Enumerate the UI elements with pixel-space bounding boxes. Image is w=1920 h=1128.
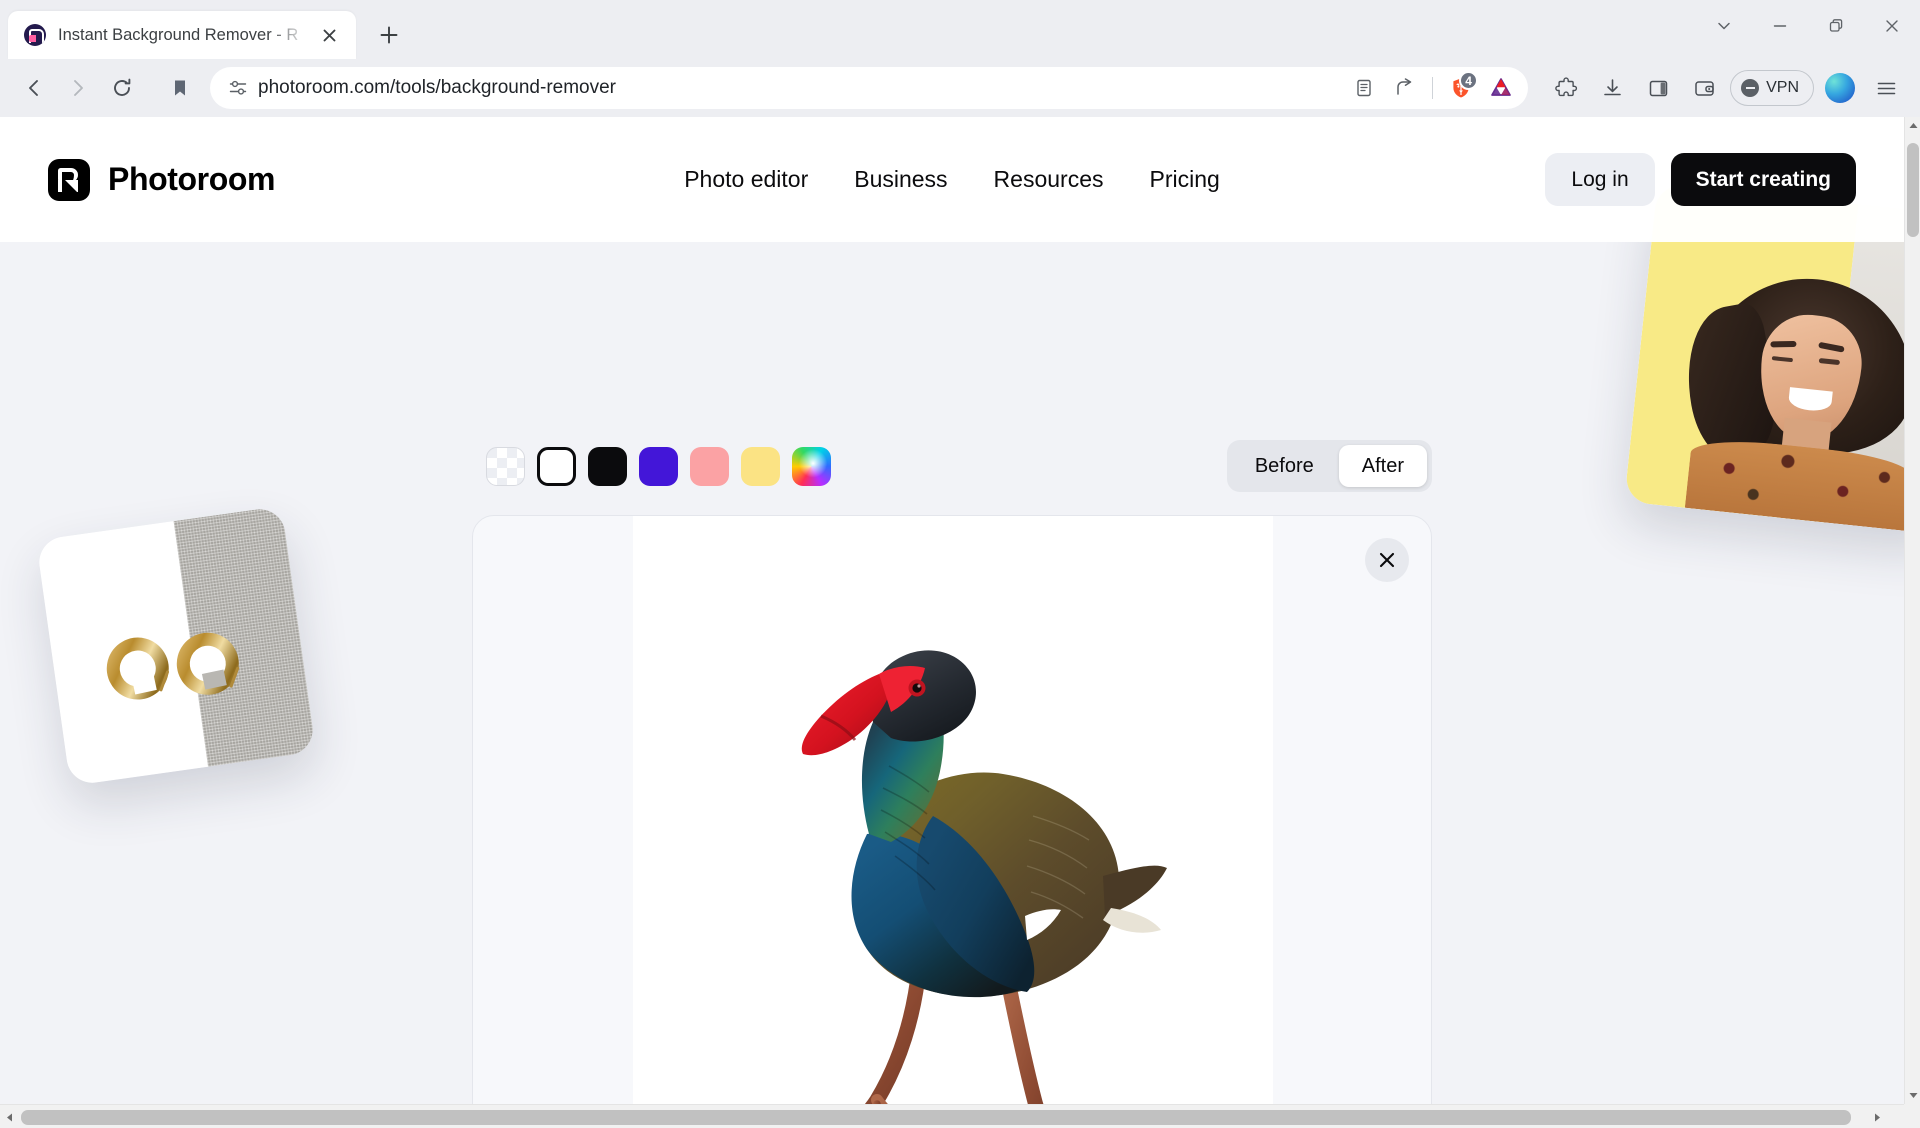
vpn-button[interactable]: VPN [1730,70,1814,106]
nav-photo-editor[interactable]: Photo editor [684,166,808,193]
vpn-label: VPN [1766,79,1799,96]
brave-shields-icon[interactable]: 4 [1442,69,1480,107]
downloads-icon[interactable] [1592,68,1632,108]
vertical-scroll-thumb[interactable] [1907,143,1919,237]
sidebar-icon[interactable] [1638,68,1678,108]
login-button[interactable]: Log in [1545,153,1655,206]
site-settings-icon[interactable] [228,78,248,98]
browser-action-icons: VPN [1546,68,1906,108]
takahe-bird-image [801,650,1167,1104]
tool-toolbar: Before After [472,435,1432,497]
horizontal-scrollbar[interactable] [0,1104,1920,1128]
brave-rewards-icon[interactable] [1482,69,1520,107]
restore-icon[interactable] [1808,4,1864,48]
brand-name: Photoroom [108,161,276,197]
preview-canvas [633,516,1273,1104]
vertical-scrollbar[interactable] [1904,117,1920,1104]
extensions-icon[interactable] [1546,68,1586,108]
tab-search-icon[interactable] [1696,4,1752,48]
swatch-custom-color-picker[interactable] [792,446,831,486]
close-tab-icon[interactable] [314,20,344,50]
nav-business[interactable]: Business [854,166,947,193]
nav-pricing[interactable]: Pricing [1149,166,1219,193]
address-bar[interactable]: photoroom.com/tools/background-remover 4 [210,67,1529,109]
image-preview-card [472,515,1432,1104]
gold-earrings-card [35,505,317,787]
wallet-icon[interactable] [1684,68,1724,108]
site-navigation: Photo editor Business Resources Pricing [684,166,1220,193]
swatch-purple[interactable] [639,446,678,486]
photoroom-logo[interactable]: Photoroom [48,158,276,201]
background-swatch-list [486,446,831,486]
share-icon[interactable] [1385,69,1423,107]
swatch-pink[interactable] [690,446,729,486]
window-controls [1696,0,1920,52]
photoroom-favicon [24,24,46,46]
profile-avatar[interactable] [1820,68,1860,108]
new-tab-button[interactable] [374,20,404,50]
swatch-yellow[interactable] [741,446,780,486]
scroll-right-icon[interactable] [1868,1105,1886,1128]
before-after-toggle: Before After [1226,440,1432,492]
horizontal-scroll-thumb[interactable] [21,1110,1851,1125]
back-icon[interactable] [14,68,54,108]
browser-tab[interactable]: Instant Background Remover - R [8,11,356,59]
bookmark-icon[interactable] [160,68,200,108]
toggle-after[interactable]: After [1338,445,1427,487]
scroll-down-icon[interactable] [1905,1087,1920,1104]
omnibox-actions: 4 [1345,69,1520,107]
minimize-icon[interactable] [1752,4,1808,48]
background-remover-tool: Before After [472,435,1432,1104]
browser-window: Instant Background Remover - R photoroom… [0,0,1920,1128]
reading-list-icon[interactable] [1345,69,1383,107]
browser-toolbar: photoroom.com/tools/background-remover 4… [0,59,1920,117]
photoroom-mark-icon [48,158,90,201]
swatch-white[interactable] [537,446,576,486]
forward-icon[interactable] [58,68,98,108]
swatch-black[interactable] [588,446,627,486]
toggle-before[interactable]: Before [1232,445,1337,487]
nav-resources[interactable]: Resources [994,166,1104,193]
toolbar-divider [1432,77,1434,99]
swatch-transparent[interactable] [486,446,525,486]
scroll-up-icon[interactable] [1905,117,1920,134]
site-header: Photoroom Photo editor Business Resource… [0,117,1904,242]
tab-strip: Instant Background Remover - R [0,0,1920,59]
scroll-left-icon[interactable] [0,1105,18,1128]
menu-icon[interactable] [1866,68,1906,108]
page-viewport: Erase image backgrounds for free and rep… [0,117,1904,1104]
close-preview-icon[interactable] [1365,538,1409,582]
url-text[interactable]: photoroom.com/tools/background-remover [258,77,1335,99]
header-actions: Log in Start creating [1545,153,1856,206]
scrollbar-corner [1904,1104,1920,1128]
reload-icon[interactable] [102,68,142,108]
tab-title: Instant Background Remover - R [58,25,299,44]
close-window-icon[interactable] [1864,4,1920,48]
start-creating-button[interactable]: Start creating [1670,153,1856,206]
shields-badge-count: 4 [1459,71,1479,90]
vpn-status-icon [1741,79,1760,97]
